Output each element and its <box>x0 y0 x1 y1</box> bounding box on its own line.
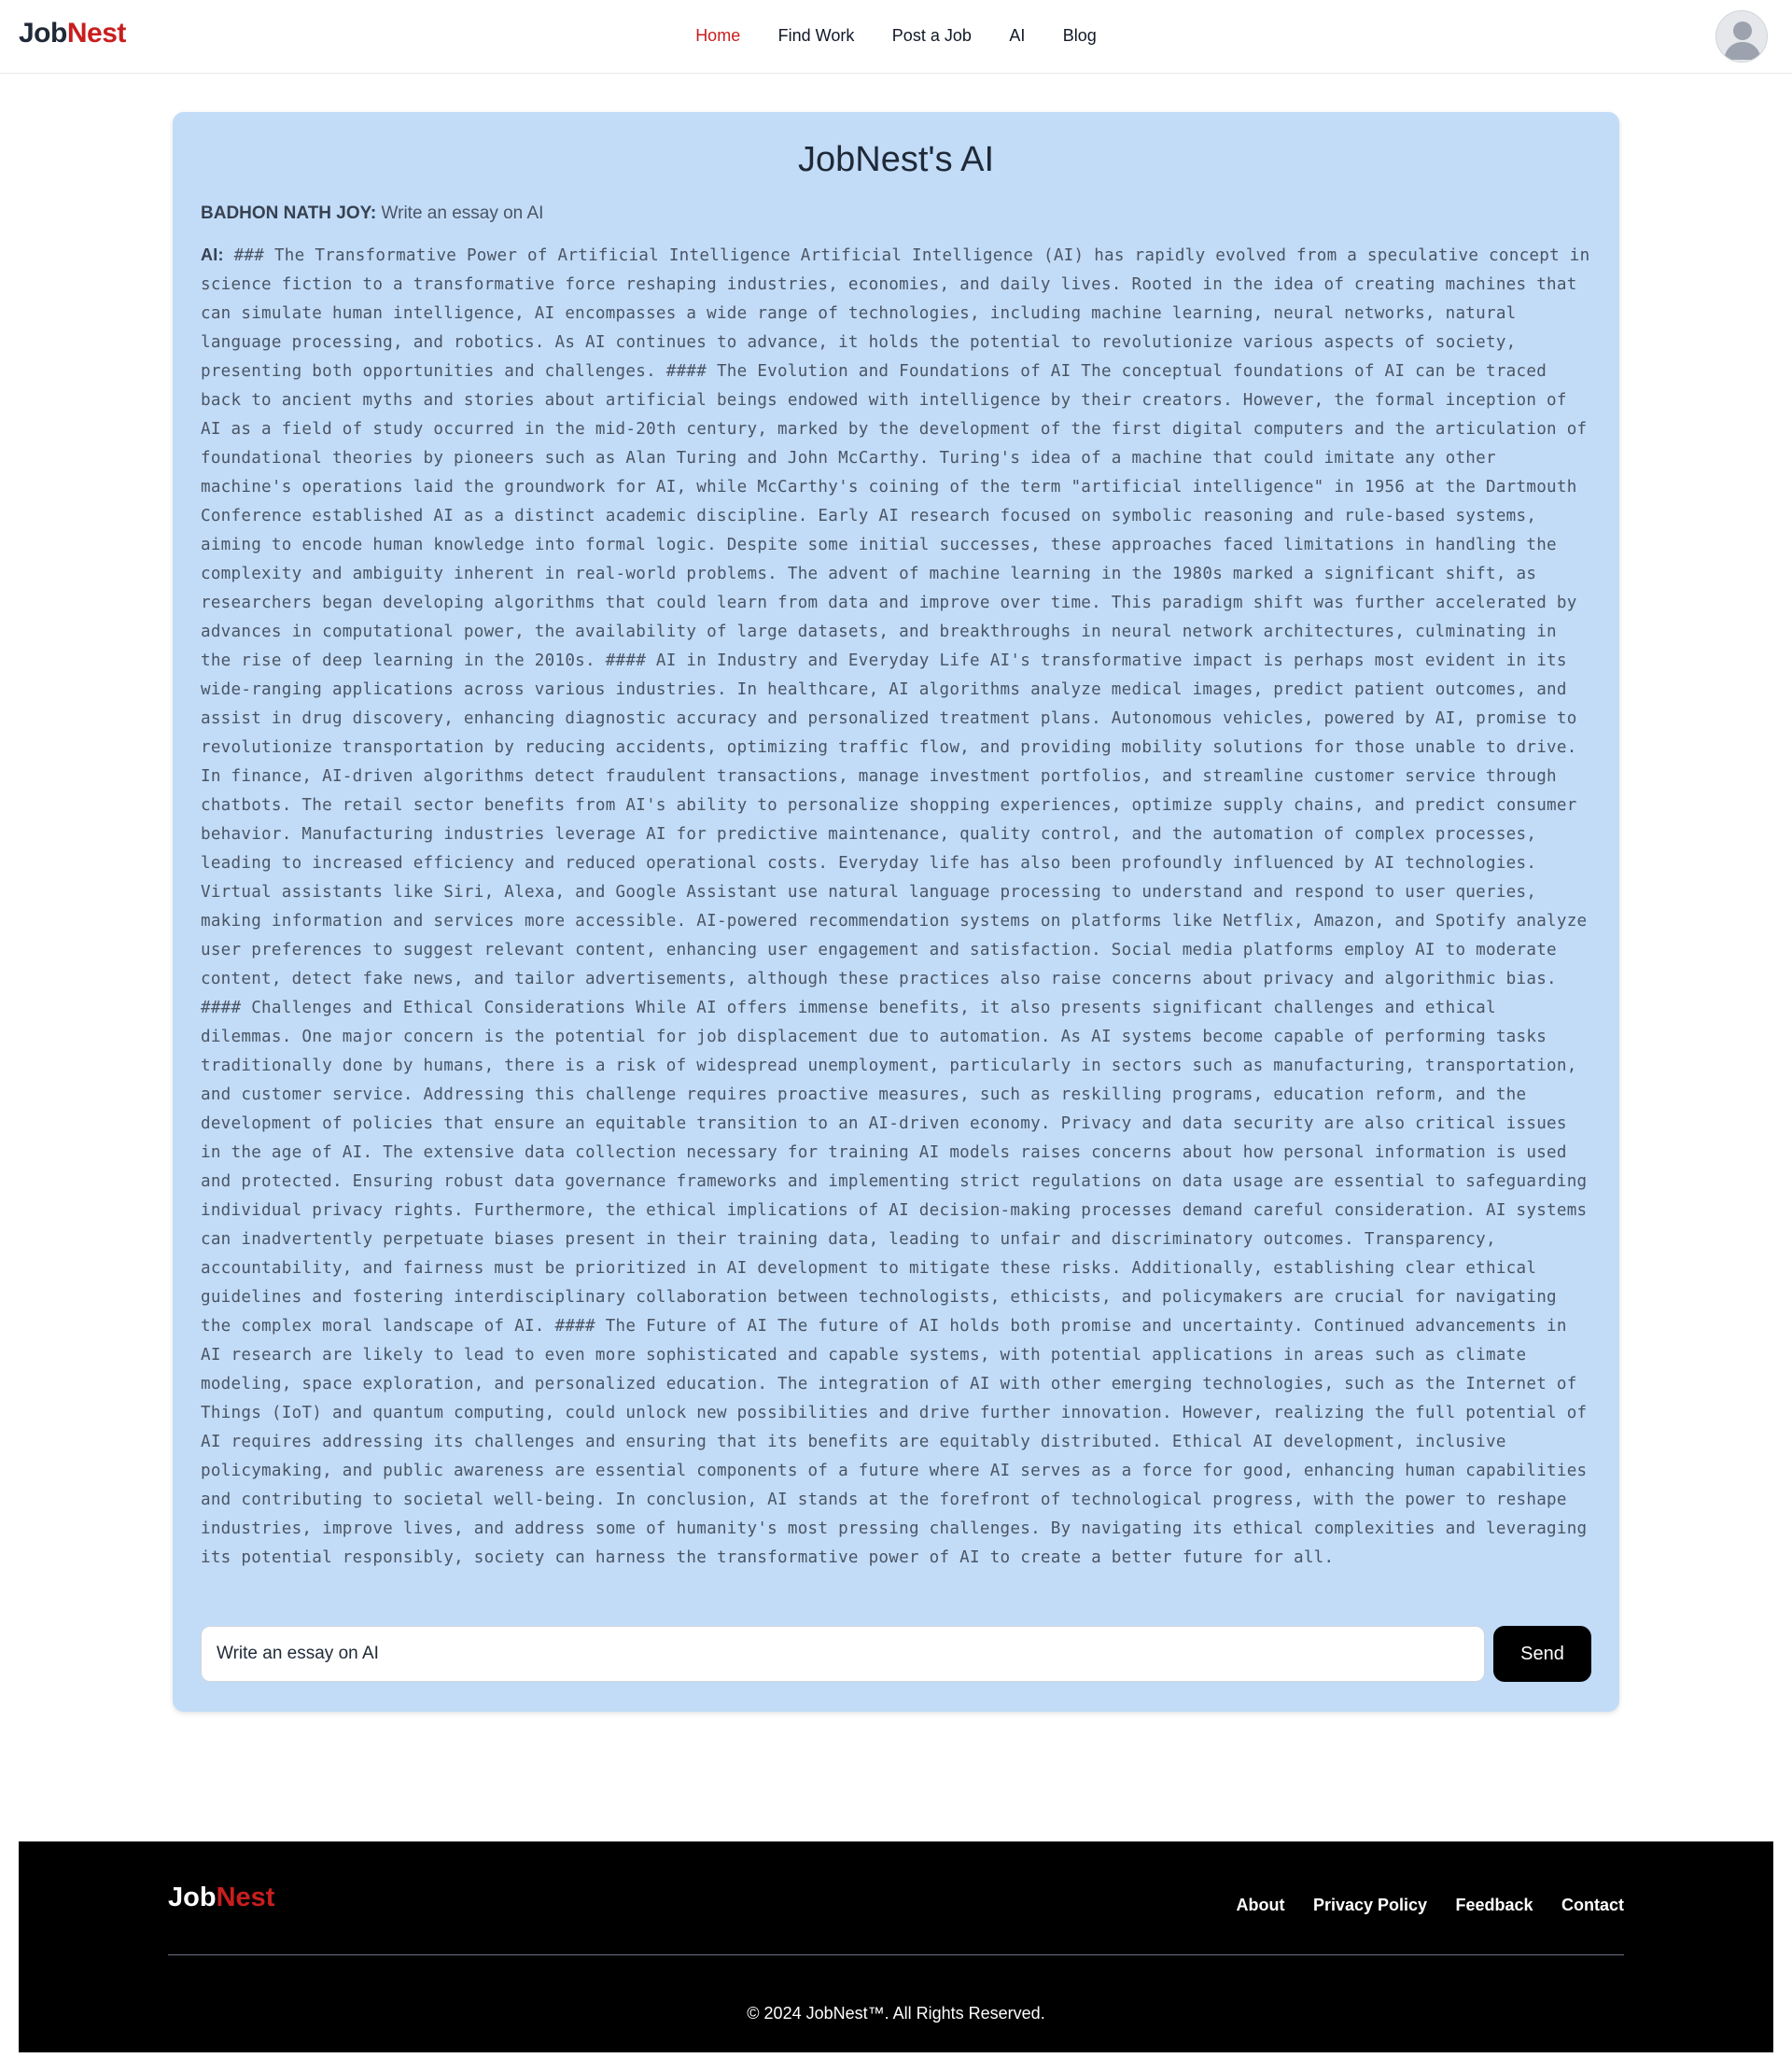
chat-input[interactable] <box>201 1626 1485 1682</box>
user-message-text: Write an essay on AI <box>381 203 544 223</box>
footer-link-feedback[interactable]: Feedback <box>1456 1896 1533 1915</box>
nav-link-post-a-job[interactable]: Post a Job <box>892 26 972 46</box>
nav-link-blog[interactable]: Blog <box>1063 26 1097 46</box>
nav-link-find-work[interactable]: Find Work <box>778 26 855 46</box>
send-button[interactable]: Send <box>1493 1626 1591 1682</box>
user-name: BADHON NATH JOY: <box>201 203 377 223</box>
user-message: BADHON NATH JOY: Write an essay on AI <box>201 203 1591 224</box>
footer-brand-part2: Nest <box>216 1883 275 1912</box>
avatar-person-icon <box>1724 21 1761 60</box>
footer-link-about[interactable]: About <box>1237 1896 1285 1915</box>
ai-message: AI: ### The Transformative Power of Arti… <box>201 241 1596 1573</box>
footer-divider <box>168 1954 1624 1955</box>
main-nav: Home Find Work Post a Job AI Blog <box>0 26 1792 46</box>
ai-message-body: AI: ### The Transformative Power of Arti… <box>201 241 1596 1573</box>
site-footer: JobNest About Privacy Policy Feedback Co… <box>19 1841 1773 2052</box>
ai-response-text: ### The Transformative Power of Artifici… <box>201 246 1590 1567</box>
footer-nav: About Privacy Policy Feedback Contact <box>1212 1896 1624 1915</box>
footer-brand-logo[interactable]: JobNest <box>168 1883 274 1913</box>
footer-brand-part1: Job <box>168 1883 217 1912</box>
footer-link-contact[interactable]: Contact <box>1561 1896 1624 1915</box>
user-avatar-icon[interactable] <box>1715 10 1768 63</box>
top-navbar: JobNest Home Find Work Post a Job AI Blo… <box>0 0 1792 74</box>
chat-title: JobNest's AI <box>797 140 995 179</box>
ai-label: AI: <box>201 245 224 264</box>
nav-link-home[interactable]: Home <box>695 26 740 46</box>
footer-link-privacy-policy[interactable]: Privacy Policy <box>1313 1896 1427 1915</box>
ai-chat-panel: JobNest's AI BADHON NATH JOY: Write an e… <box>173 112 1619 1712</box>
chat-input-row: Send <box>201 1626 1591 1682</box>
copyright-text: © 2024 JobNest™. All Rights Reserved. <box>747 2004 1045 2023</box>
nav-link-ai[interactable]: AI <box>1009 26 1025 46</box>
